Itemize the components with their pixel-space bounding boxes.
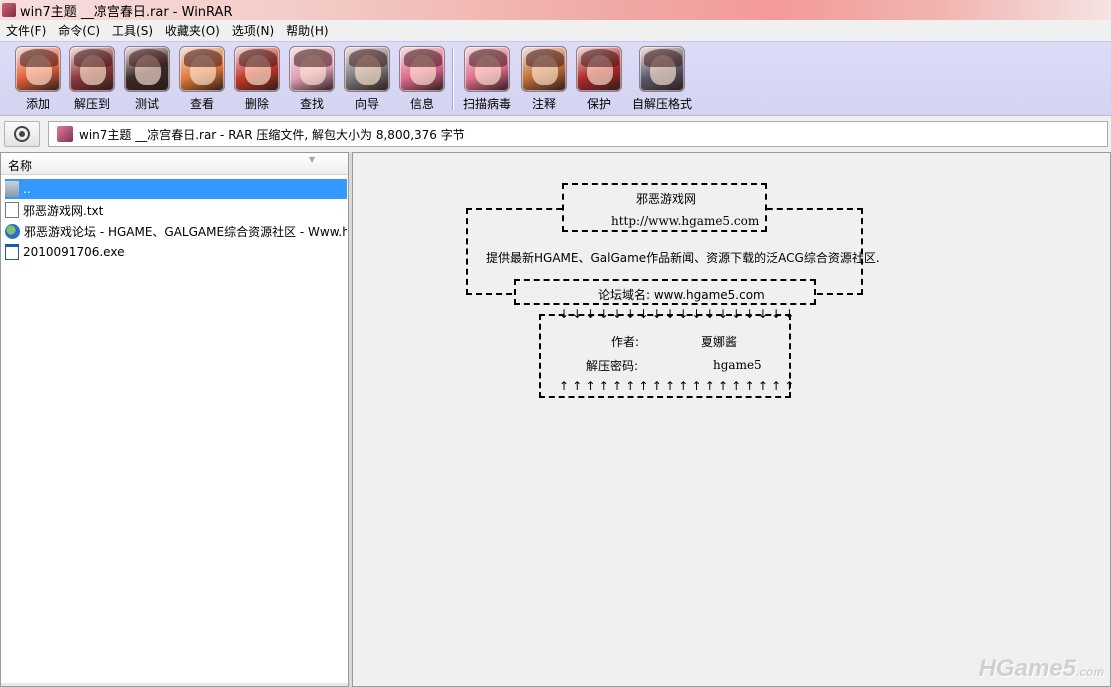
add-label: 添加 <box>25 97 50 111</box>
file-row[interactable]: 邪恶游戏网.txt <box>5 200 347 220</box>
file-name: 邪恶游戏论坛 - HGAME、GALGAME综合资源社区 - Www.h <box>24 224 347 239</box>
view-icon <box>179 46 225 92</box>
menu-favorites[interactable]: 收藏夹(O) <box>159 22 226 39</box>
address-row: win7主题 __凉宫春日.rar - RAR 压缩文件, 解包大小为 8,80… <box>0 117 1111 152</box>
sfx-button[interactable]: 自解压格式 <box>630 46 694 114</box>
archive-comment-pane: 邪恶游戏网 http://www.hgame5.com 提供最新HGAME、Ga… <box>352 152 1111 687</box>
view-button[interactable]: 查看 <box>174 46 230 114</box>
app-icon <box>2 3 16 17</box>
file-name: .. <box>23 182 31 196</box>
column-header-name[interactable]: 名称 ▼ <box>1 153 348 175</box>
comment-label: 注释 <box>531 97 556 111</box>
file-list-pane: 名称 ▼ .. 邪恶游戏网.txt 邪恶游戏论坛 - HGAME、GALGAME… <box>0 152 349 687</box>
parent-folder-icon <box>5 181 19 197</box>
menu-options[interactable]: 选项(N) <box>226 22 280 39</box>
info-icon <box>399 46 445 92</box>
wizard-button[interactable]: 向导 <box>339 46 395 114</box>
wizard-icon <box>344 46 390 92</box>
menu-bar: 文件(F) 命令(C) 工具(S) 收藏夹(O) 选项(N) 帮助(H) <box>0 20 1111 41</box>
comment-button[interactable]: 注释 <box>516 46 572 114</box>
add-icon <box>15 46 61 92</box>
info-label: 信息 <box>409 97 434 111</box>
arrows-down: ↓↓↓↓↓↓↓↓↓↓↓↓↓↓↓↓↓↓ <box>559 307 798 321</box>
toolbar-separator <box>452 48 454 110</box>
file-name: 2010091706.exe <box>23 245 125 259</box>
title-bar: win7主题 __凉宫春日.rar - WinRAR <box>0 0 1111 20</box>
find-icon <box>289 46 335 92</box>
file-name: 邪恶游戏网.txt <box>23 203 104 218</box>
password-label: 解压密码: <box>586 359 639 373</box>
archive-icon <box>57 126 73 142</box>
add-button[interactable]: 添加 <box>10 46 66 114</box>
scan-virus-button[interactable]: 扫描病毒 <box>459 46 515 114</box>
window-title: win7主题 __凉宫春日.rar - WinRAR <box>20 4 233 20</box>
test-icon <box>124 46 170 92</box>
delete-label: 删除 <box>244 97 269 111</box>
protect-button[interactable]: 保护 <box>571 46 627 114</box>
protect-icon <box>576 46 622 92</box>
menu-tools[interactable]: 工具(S) <box>106 22 159 39</box>
delete-button[interactable]: 删除 <box>229 46 285 114</box>
arrows-up: ↑↑↑↑↑↑↑↑↑↑↑↑↑↑↑↑↑↑ <box>559 379 798 393</box>
protect-label: 保护 <box>586 97 611 111</box>
web-shortcut-icon <box>5 223 20 239</box>
extract-to-icon <box>69 46 115 92</box>
column-name-label: 名称 <box>8 159 33 173</box>
find-label: 查找 <box>299 97 324 111</box>
view-label: 查看 <box>189 97 214 111</box>
address-text: win7主题 __凉宫春日.rar - RAR 压缩文件, 解包大小为 8,80… <box>79 127 465 142</box>
extract-to-button[interactable]: 解压到 <box>64 46 120 114</box>
file-row-parent[interactable]: .. <box>5 179 347 199</box>
delete-icon <box>234 46 280 92</box>
up-one-level-button[interactable] <box>4 121 40 147</box>
watermark-suffix: .com <box>1075 665 1104 679</box>
scan-virus-label: 扫描病毒 <box>462 97 511 111</box>
address-field[interactable]: win7主题 __凉宫春日.rar - RAR 压缩文件, 解包大小为 8,80… <box>48 121 1108 147</box>
site-name: 邪恶游戏网 <box>636 192 697 206</box>
author-value: 夏娜酱 <box>701 335 738 349</box>
password-value: hgame5 <box>713 358 762 372</box>
watermark-main: HGame5 <box>978 655 1076 682</box>
file-row[interactable]: 邪恶游戏论坛 - HGAME、GALGAME综合资源社区 - Www.h <box>5 221 347 241</box>
info-button[interactable]: 信息 <box>394 46 450 114</box>
scan-virus-icon <box>464 46 510 92</box>
exe-file-icon <box>5 244 19 260</box>
test-label: 测试 <box>134 97 159 111</box>
find-button[interactable]: 查找 <box>284 46 340 114</box>
sfx-label: 自解压格式 <box>631 97 692 111</box>
text-file-icon <box>5 202 19 218</box>
toolbar: 添加 解压到 测试 查看 删除 查找 向导 信息 扫描病毒 注释 保护 自解压格… <box>0 41 1111 116</box>
comment-icon <box>521 46 567 92</box>
site-url: http://www.hgame5.com <box>611 214 760 228</box>
site-watermark: HGame5.com <box>979 655 1104 683</box>
sort-arrow-icon: ▼ <box>309 155 316 164</box>
author-label: 作者: <box>611 335 640 349</box>
up-level-icon <box>14 126 30 142</box>
winrar-window: win7主题 __凉宫春日.rar - WinRAR 文件(F) 命令(C) 工… <box>0 0 1111 687</box>
extract-to-label: 解压到 <box>73 97 110 111</box>
sfx-icon <box>639 46 685 92</box>
menu-help[interactable]: 帮助(H) <box>280 22 334 39</box>
menu-file[interactable]: 文件(F) <box>0 22 52 39</box>
test-button[interactable]: 测试 <box>119 46 175 114</box>
wizard-label: 向导 <box>354 97 379 111</box>
site-description: 提供最新HGAME、GalGame作品新闻、资源下载的泛ACG综合资源社区. <box>486 251 880 265</box>
menu-commands[interactable]: 命令(C) <box>52 22 106 39</box>
file-row[interactable]: 2010091706.exe <box>5 242 347 262</box>
horizontal-scrollbar[interactable] <box>1 683 348 686</box>
forum-domain: 论坛域名: www.hgame5.com <box>598 288 765 302</box>
